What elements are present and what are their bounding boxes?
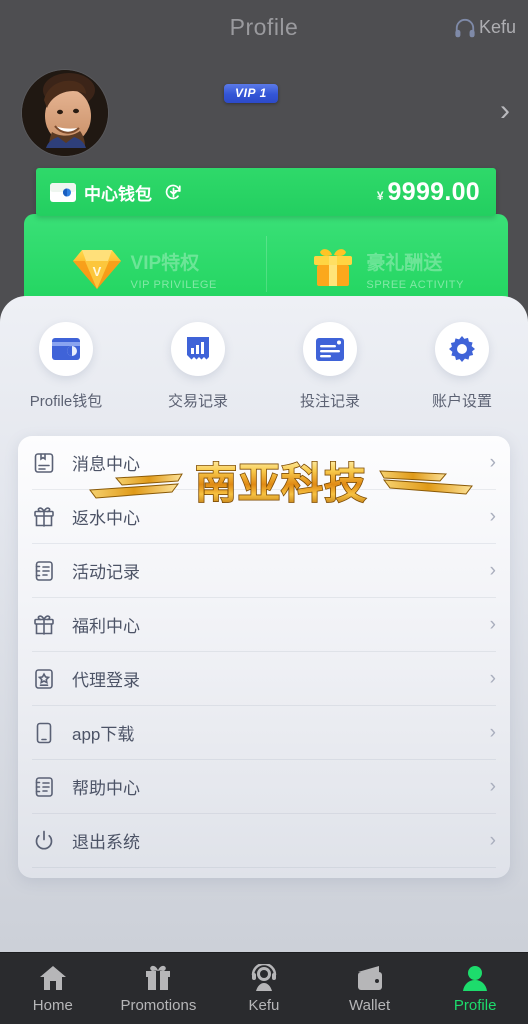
wallet-balance-group: ¥ 9999.00: [377, 178, 480, 207]
bar-chart-icon: [171, 322, 225, 376]
vip-privilege-title-cn: VIP特权: [130, 252, 200, 274]
wallet-card-icon: [39, 322, 93, 376]
menu-item-rebate-label: 返水中心: [72, 509, 140, 528]
quick-action-bets[interactable]: 投注记录: [264, 322, 396, 411]
nav-item-profile[interactable]: Profile: [422, 964, 528, 1014]
chevron-right-icon: ›: [489, 776, 496, 797]
menu-item-help-center-label: 帮助中心: [72, 779, 140, 798]
page-title: Profile: [229, 14, 299, 40]
currency-symbol: ¥: [376, 188, 384, 203]
chevron-right-icon: ›: [489, 830, 496, 851]
svg-text:V: V: [92, 264, 101, 279]
kefu-button[interactable]: Kefu: [454, 17, 516, 38]
wallet-name: 中心钱包: [84, 184, 152, 204]
avatar[interactable]: [22, 70, 108, 156]
notebook-icon: [32, 559, 56, 583]
quick-action-wallet[interactable]: Profile钱包: [0, 322, 132, 411]
kefu-label: Kefu: [478, 17, 516, 37]
document-icon: [303, 322, 357, 376]
badge-star-icon: [32, 667, 56, 691]
chevron-right-icon: ›: [489, 722, 496, 743]
menu-item-welfare-label: 福利中心: [72, 617, 140, 636]
nav-item-promotions[interactable]: Promotions: [106, 964, 212, 1014]
headset-nav-icon: [249, 962, 279, 992]
phone-icon: [32, 721, 56, 745]
chevron-right-icon: ›: [489, 668, 496, 689]
gift-box-icon: [310, 244, 356, 295]
spree-activity-title-en: SPREE ACTIVITY: [366, 278, 465, 291]
headset-icon: [454, 18, 476, 38]
spree-activity-title-cn: 豪礼酬送: [366, 252, 443, 274]
content-sheet: Profile钱包 交易记录 投注记录 账户设置 消息中心 › 返水中心 › 活…: [0, 296, 528, 952]
menu-item-logout-label: 退出系统: [72, 833, 140, 852]
chevron-right-icon: ›: [489, 506, 496, 527]
person-icon: [460, 964, 490, 992]
menu-item-app-download[interactable]: app下载 ›: [32, 706, 496, 760]
notebook-icon: [32, 775, 56, 799]
header: Profile Kefu VIP 1 ›: [0, 0, 528, 160]
nav-item-kefu[interactable]: Kefu: [211, 962, 317, 1014]
nav-item-home-label: Home: [32, 996, 73, 1014]
central-wallet-bar[interactable]: 中心钱包 ¥ 9999.00: [36, 168, 496, 216]
quick-action-transactions[interactable]: 交易记录: [132, 322, 264, 411]
vip-badge: VIP 1: [224, 84, 278, 103]
power-icon: [32, 829, 56, 853]
home-icon: [38, 964, 68, 992]
quick-action-settings-label: 账户设置: [431, 393, 492, 410]
quick-action-bets-label: 投注记录: [299, 393, 360, 410]
menu-item-messages[interactable]: 消息中心 ›: [32, 436, 496, 490]
menu-item-help-center[interactable]: 帮助中心 ›: [32, 760, 496, 814]
quick-action-transactions-label: 交易记录: [167, 393, 228, 410]
gift-icon: [32, 505, 56, 529]
quick-action-settings[interactable]: 账户设置: [396, 322, 528, 411]
vip-privilege-title-en: VIP PRIVILEGE: [130, 278, 217, 291]
menu-card: 消息中心 › 返水中心 › 活动记录 › 福利中心 › 代理登录 › app下载…: [18, 436, 510, 878]
menu-item-activity-record[interactable]: 活动记录 ›: [32, 544, 496, 598]
menu-item-agent-login[interactable]: 代理登录 ›: [32, 652, 496, 706]
gift-nav-icon: [143, 964, 173, 992]
menu-item-activity-record-label: 活动记录: [72, 563, 140, 582]
gear-icon: [435, 322, 489, 376]
quick-actions-grid: Profile钱包 交易记录 投注记录 账户设置: [0, 322, 528, 411]
gift-icon: [32, 613, 56, 637]
menu-item-logout[interactable]: 退出系统 ›: [32, 814, 496, 868]
refresh-icon[interactable]: [164, 183, 183, 202]
quick-action-wallet-label: Profile钱包: [29, 393, 103, 410]
spree-activity-text: 豪礼酬送 SPREE ACTIVITY: [366, 248, 464, 291]
menu-item-welfare[interactable]: 福利中心 ›: [32, 598, 496, 652]
nav-item-home[interactable]: Home: [0, 964, 106, 1014]
wallet-nav-icon: [355, 964, 385, 992]
nav-item-wallet[interactable]: Wallet: [317, 964, 423, 1014]
wallet-left-group: 中心钱包: [50, 180, 183, 205]
wallet-icon: [50, 182, 76, 202]
profile-detail-chevron-icon[interactable]: ›: [500, 96, 510, 126]
nav-item-wallet-label: Wallet: [349, 996, 391, 1014]
chevron-right-icon: ›: [489, 452, 496, 473]
vip-privilege-text: VIP特权 VIP PRIVILEGE: [131, 248, 217, 291]
menu-item-messages-label: 消息中心: [72, 455, 140, 474]
menu-item-rebate[interactable]: 返水中心 ›: [32, 490, 496, 544]
message-box-icon: [32, 451, 56, 475]
profile-screen: Profile Kefu VIP 1 › V VIP特权 VIP PRIVILE…: [0, 0, 528, 1024]
nav-item-profile-label: Profile: [453, 996, 497, 1014]
menu-item-app-download-label: app下载: [72, 725, 135, 744]
nav-item-promotions-label: Promotions: [120, 996, 197, 1014]
chevron-right-icon: ›: [489, 560, 496, 581]
chevron-right-icon: ›: [489, 614, 496, 635]
diamond-icon: V: [72, 244, 121, 295]
nav-item-kefu-label: Kefu: [248, 996, 280, 1014]
bottom-navigation: Home Promotions Kefu Wallet Profile: [0, 952, 528, 1024]
menu-item-agent-login-label: 代理登录: [72, 671, 140, 690]
balance-amount: 9999.00: [387, 177, 480, 206]
